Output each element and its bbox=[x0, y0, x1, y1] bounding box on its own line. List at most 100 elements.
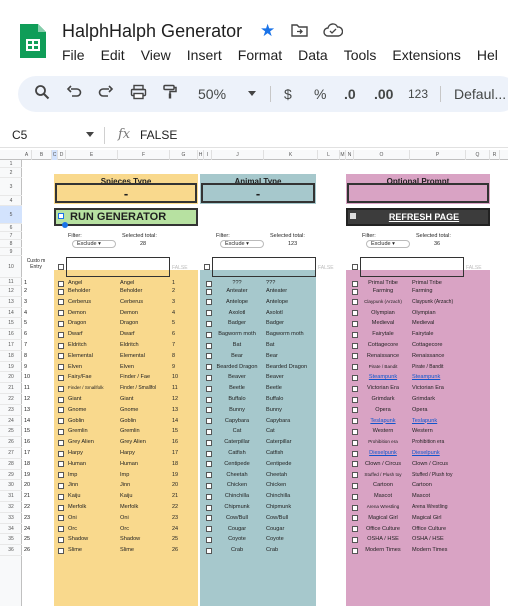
column-header-k[interactable]: K bbox=[264, 150, 318, 160]
spreadsheet-grid[interactable]: ABCDEFGHIJKLMNOPQR 1 2 3 4 5 6 7 8 9 10 11 12 13 14 15… bbox=[0, 150, 508, 606]
species-item-checkbox[interactable] bbox=[58, 450, 64, 457]
species-item-checkbox[interactable] bbox=[58, 280, 64, 287]
row-header-1[interactable]: 1 bbox=[0, 160, 22, 168]
row-header-3[interactable]: 3 bbox=[0, 178, 22, 196]
species-item-checkbox[interactable] bbox=[58, 515, 64, 522]
undo-icon[interactable] bbox=[66, 84, 82, 100]
redo-icon[interactable] bbox=[98, 84, 114, 100]
row-header-23[interactable]: 23 bbox=[0, 405, 22, 416]
species-item-checkbox[interactable] bbox=[58, 439, 64, 446]
format-currency-button[interactable]: $ bbox=[284, 84, 292, 104]
cloud-saved-icon[interactable] bbox=[323, 23, 344, 37]
formula-input[interactable]: FALSE bbox=[140, 128, 177, 142]
column-header-r[interactable]: R bbox=[490, 150, 500, 160]
row-header-9[interactable]: 9 bbox=[0, 248, 22, 256]
row-header-20[interactable]: 20 bbox=[0, 372, 22, 384]
row-header-16[interactable]: 16 bbox=[0, 329, 22, 340]
paint-format-icon[interactable] bbox=[162, 84, 178, 100]
row-header-19[interactable]: 19 bbox=[0, 362, 22, 373]
row-header-7[interactable]: 7 bbox=[0, 232, 22, 240]
menu-extensions[interactable]: Extensions bbox=[392, 47, 460, 65]
document-title[interactable]: HalphHalph Generator bbox=[62, 21, 242, 42]
animal-custom-checkbox[interactable] bbox=[204, 264, 210, 270]
row-header-6[interactable]: 6 bbox=[0, 224, 22, 232]
google-sheets-logo[interactable] bbox=[18, 22, 48, 60]
column-header-g[interactable]: G bbox=[170, 150, 198, 160]
column-header-a[interactable]: A bbox=[22, 150, 32, 160]
species-item-checkbox[interactable] bbox=[58, 407, 64, 414]
cell-selection-handle[interactable] bbox=[62, 222, 68, 228]
zoom-select[interactable]: 50% bbox=[198, 84, 226, 104]
species-item-checkbox[interactable] bbox=[58, 504, 64, 511]
species-item-checkbox[interactable] bbox=[58, 320, 64, 327]
row-header-14[interactable]: 14 bbox=[0, 308, 22, 319]
prompt-filter-select[interactable]: Exclude ▾ bbox=[366, 240, 410, 248]
chevron-down-icon[interactable] bbox=[248, 91, 256, 96]
run-generator-checkbox[interactable] bbox=[58, 213, 64, 219]
column-header-n[interactable]: N bbox=[346, 150, 354, 160]
row-header-28[interactable]: 28 bbox=[0, 459, 22, 470]
row-header-5[interactable]: 5 bbox=[0, 206, 22, 224]
row-header-18[interactable]: 18 bbox=[0, 351, 22, 362]
menu-tools[interactable]: Tools bbox=[344, 47, 377, 65]
row-header-15[interactable]: 15 bbox=[0, 318, 22, 330]
species-item-checkbox[interactable] bbox=[58, 385, 64, 392]
search-menus-icon[interactable] bbox=[34, 84, 50, 100]
prompt-custom-checkbox[interactable] bbox=[352, 264, 358, 270]
species-item-checkbox[interactable] bbox=[58, 364, 64, 371]
name-box-dropdown-icon[interactable] bbox=[86, 132, 94, 137]
animal-filter-select[interactable]: Exclude ▾ bbox=[220, 240, 264, 248]
row-header-13[interactable]: 13 bbox=[0, 297, 22, 308]
row-header-36[interactable]: 36 bbox=[0, 545, 22, 556]
animal-custom-entry-input[interactable] bbox=[212, 257, 316, 277]
row-header-25[interactable]: 25 bbox=[0, 426, 22, 438]
species-item-checkbox[interactable] bbox=[58, 418, 64, 425]
species-item-checkbox[interactable] bbox=[58, 310, 64, 317]
column-header-d[interactable]: D bbox=[58, 150, 66, 160]
refresh-page-checkbox[interactable] bbox=[350, 213, 356, 219]
menu-file[interactable]: File bbox=[62, 47, 85, 65]
format-percent-button[interactable]: % bbox=[314, 84, 326, 104]
row-header-10[interactable]: 10 bbox=[0, 256, 22, 278]
species-custom-checkbox[interactable] bbox=[58, 264, 64, 270]
menu-help[interactable]: Hel bbox=[477, 47, 498, 65]
row-header-27[interactable]: 27 bbox=[0, 448, 22, 459]
row-header-21[interactable]: 21 bbox=[0, 383, 22, 394]
species-item-checkbox[interactable] bbox=[58, 353, 64, 360]
row-header-8[interactable]: 8 bbox=[0, 240, 22, 248]
species-custom-entry-input[interactable] bbox=[66, 257, 170, 277]
row-header-34[interactable]: 34 bbox=[0, 524, 22, 535]
species-item-checkbox[interactable] bbox=[58, 536, 64, 543]
column-header-f[interactable]: F bbox=[118, 150, 170, 160]
move-to-folder-icon[interactable] bbox=[291, 23, 308, 37]
column-header-e[interactable]: E bbox=[66, 150, 118, 160]
menu-edit[interactable]: Edit bbox=[101, 47, 125, 65]
species-item-checkbox[interactable] bbox=[58, 288, 64, 295]
row-header-35[interactable]: 35 bbox=[0, 534, 22, 546]
menu-view[interactable]: View bbox=[141, 47, 171, 65]
column-header-q[interactable]: Q bbox=[466, 150, 490, 160]
species-filter-select[interactable]: Exclude ▾ bbox=[72, 240, 116, 248]
menu-format[interactable]: Format bbox=[238, 47, 282, 65]
row-header-32[interactable]: 32 bbox=[0, 502, 22, 513]
species-item-checkbox[interactable] bbox=[58, 396, 64, 403]
row-header-4[interactable]: 4 bbox=[0, 196, 22, 206]
more-formats-button[interactable]: 123 bbox=[408, 84, 428, 104]
row-header-30[interactable]: 30 bbox=[0, 480, 22, 492]
row-header-26[interactable]: 26 bbox=[0, 437, 22, 448]
column-header-l[interactable]: L bbox=[318, 150, 340, 160]
print-icon[interactable] bbox=[130, 84, 147, 100]
species-item-checkbox[interactable] bbox=[58, 461, 64, 468]
menu-data[interactable]: Data bbox=[298, 47, 328, 65]
increase-decimal-button[interactable]: .00 bbox=[374, 84, 393, 104]
menu-insert[interactable]: Insert bbox=[187, 47, 222, 65]
column-header-j[interactable]: J bbox=[212, 150, 264, 160]
font-family-select[interactable]: Defaul... bbox=[454, 84, 506, 104]
species-item-checkbox[interactable] bbox=[58, 374, 64, 381]
row-header-11[interactable]: 11 bbox=[0, 278, 22, 286]
species-item-checkbox[interactable] bbox=[58, 299, 64, 306]
column-header-p[interactable]: P bbox=[410, 150, 466, 160]
row-header-29[interactable]: 29 bbox=[0, 470, 22, 481]
species-item-checkbox[interactable] bbox=[58, 547, 64, 554]
species-item-checkbox[interactable] bbox=[58, 331, 64, 338]
